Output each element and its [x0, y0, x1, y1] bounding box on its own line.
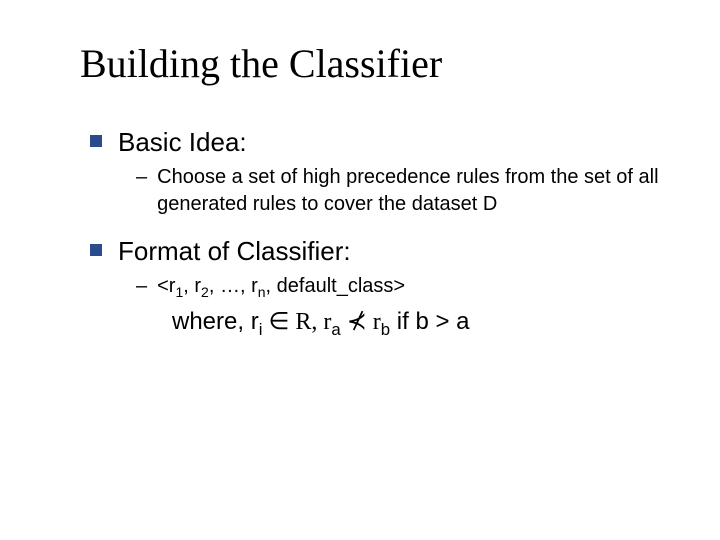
bullet-format-classifier: Format of Classifier:	[90, 236, 660, 267]
subscript: a	[331, 320, 340, 339]
bullet-label: Basic Idea:	[118, 127, 247, 158]
dash-icon: –	[136, 273, 147, 300]
sub-bullet-text: Choose a set of high precedence rules fr…	[157, 164, 660, 218]
where-clause: where, ri ∈ R, ra ⊀ rb if b > a	[172, 306, 660, 338]
subscript: 2	[201, 284, 209, 300]
text-fragment: <r	[157, 275, 175, 297]
element-of-symbol: ∈ R, r	[262, 309, 331, 335]
slide: Building the Classifier Basic Idea: – Ch…	[0, 0, 720, 540]
sub-bullet-classifier-tuple: – <r1, r2, …, rn, default_class>	[136, 273, 660, 300]
dash-icon: –	[136, 164, 147, 218]
square-bullet-icon	[90, 135, 102, 147]
text-fragment: if b > a	[390, 308, 469, 335]
square-bullet-icon	[90, 244, 102, 256]
bullet-basic-idea: Basic Idea:	[90, 127, 660, 158]
sub-bullet-text: <r1, r2, …, rn, default_class>	[157, 273, 660, 300]
sub-bullet-choose-rules: – Choose a set of high precedence rules …	[136, 164, 660, 218]
bullet-label: Format of Classifier:	[118, 236, 351, 267]
text-fragment: , r	[183, 275, 201, 297]
text-fragment: , default_class>	[266, 275, 406, 297]
subscript: n	[258, 284, 266, 300]
text-fragment: , …, r	[209, 275, 258, 297]
precedence-symbol: ⊀ r	[341, 309, 381, 335]
text-fragment: where, r	[172, 308, 259, 335]
slide-title: Building the Classifier	[80, 40, 660, 87]
subscript: b	[381, 320, 390, 339]
